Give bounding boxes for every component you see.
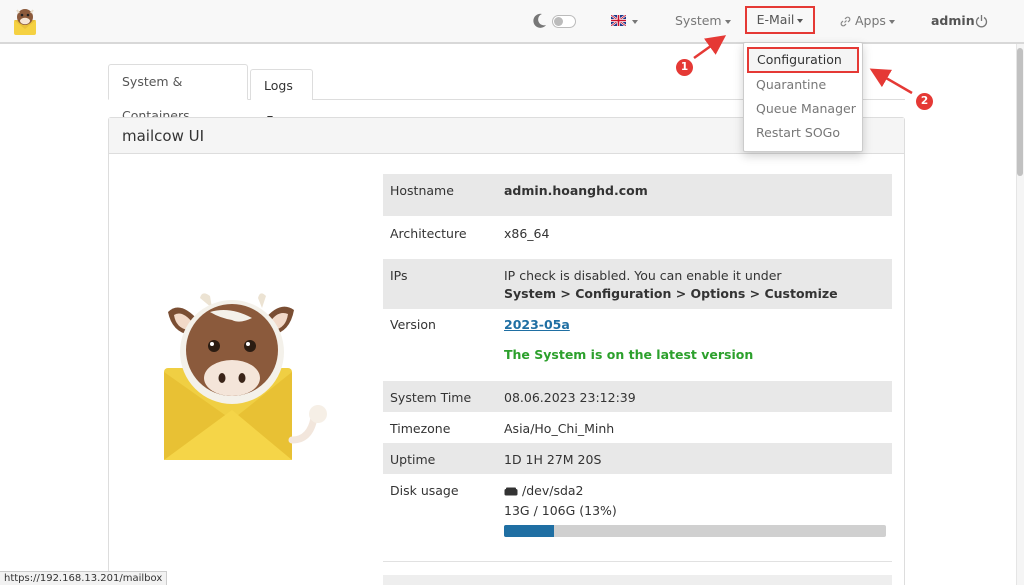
dark-mode-toggle[interactable] xyxy=(552,15,576,28)
row-ips: IPs IP check is disabled. You can enable… xyxy=(383,259,892,309)
row-disk-usage: Disk usage /dev/sda2 13G / 106G (13%) xyxy=(383,474,892,554)
uptime-label: Uptime xyxy=(390,452,436,467)
disk-device-name: /dev/sda2 xyxy=(522,483,584,498)
row-hostname: Hostname admin.hoanghd.com xyxy=(383,174,892,216)
version-link[interactable]: 2023-05a xyxy=(504,317,570,332)
hostname-label: Hostname xyxy=(390,183,454,198)
step-badge-2: 2 xyxy=(916,93,933,110)
logo-icon[interactable] xyxy=(8,4,42,38)
timezone-label: Timezone xyxy=(390,421,451,436)
menu-item-configuration[interactable]: Configuration xyxy=(747,47,859,73)
version-label: Version xyxy=(390,317,436,332)
row-system-time: System Time 08.06.2023 23:12:39 xyxy=(383,381,892,412)
disk-usage-text: 13G / 106G (13%) xyxy=(504,503,617,518)
moon-icon xyxy=(533,13,546,28)
hdd-icon xyxy=(504,487,518,496)
architecture-label: Architecture xyxy=(390,226,467,241)
nav-system[interactable]: System xyxy=(675,0,731,42)
mailcow-mascot-image xyxy=(164,293,327,460)
tab-logs[interactable]: Logs xyxy=(250,69,313,120)
scrollbar-thumb[interactable] xyxy=(1017,48,1023,176)
table-divider xyxy=(383,561,892,562)
disk-device: /dev/sda2 xyxy=(504,483,584,498)
tab-logs-label: Logs xyxy=(264,78,293,93)
timezone-value: Asia/Ho_Chi_Minh xyxy=(504,421,615,436)
power-icon[interactable] xyxy=(975,14,988,28)
row-timezone: Timezone Asia/Ho_Chi_Minh xyxy=(383,412,892,443)
user-menu[interactable]: admin xyxy=(931,0,975,42)
nav-apps-label: Apps xyxy=(855,13,886,28)
row-architecture: Architecture x86_64 xyxy=(383,216,892,259)
language-caret[interactable] xyxy=(629,0,638,42)
system-time-label: System Time xyxy=(390,390,472,405)
nav-email-label: E-Mail xyxy=(756,12,795,27)
arrow-to-configuration xyxy=(869,68,913,95)
email-dropdown-menu: Configuration Quarantine Queue Manager R… xyxy=(743,42,863,152)
uk-flag-icon[interactable] xyxy=(611,15,626,26)
toggle-knob xyxy=(554,17,563,26)
link-icon xyxy=(840,16,851,27)
nav-apps[interactable]: Apps xyxy=(840,0,895,42)
version-status: The System is on the latest version xyxy=(504,347,754,362)
tab-system-containers[interactable]: System & Containers xyxy=(108,64,248,123)
row-version: Version 2023-05a The System is on the la… xyxy=(383,309,892,380)
browser-status-url: https://192.168.13.201/mailbox xyxy=(0,571,168,585)
next-row-stripe xyxy=(383,575,892,585)
disk-usage-progress-fill xyxy=(504,525,554,537)
chevron-down-icon xyxy=(632,19,638,24)
uptime-value: 1D 1H 27M 20S xyxy=(504,452,602,467)
nav-email[interactable]: E-Mail xyxy=(745,6,815,34)
system-time-value: 08.06.2023 23:12:39 xyxy=(504,390,636,405)
menu-item-quarantine[interactable]: Quarantine xyxy=(756,75,826,95)
hostname-value: admin.hoanghd.com xyxy=(504,183,648,198)
menu-item-queue-manager[interactable]: Queue Manager xyxy=(756,99,856,119)
ips-message: IP check is disabled. You can enable it … xyxy=(504,268,782,283)
ips-settings-path: System > Configuration > Options > Custo… xyxy=(504,286,838,301)
top-navbar: System E-Mail Apps admin xyxy=(0,0,1024,44)
step-badge-1: 1 xyxy=(676,59,693,76)
architecture-value: x86_64 xyxy=(504,226,550,241)
chevron-down-icon xyxy=(797,18,804,23)
row-uptime: Uptime 1D 1H 27M 20S xyxy=(383,443,892,474)
menu-item-restart-sogo[interactable]: Restart SOGo xyxy=(756,123,840,143)
disk-usage-progress xyxy=(504,525,886,537)
nav-system-label: System xyxy=(675,13,722,28)
chevron-down-icon xyxy=(888,19,895,24)
ips-label: IPs xyxy=(390,268,408,283)
disk-usage-label: Disk usage xyxy=(390,483,459,498)
chevron-down-icon xyxy=(724,19,731,24)
